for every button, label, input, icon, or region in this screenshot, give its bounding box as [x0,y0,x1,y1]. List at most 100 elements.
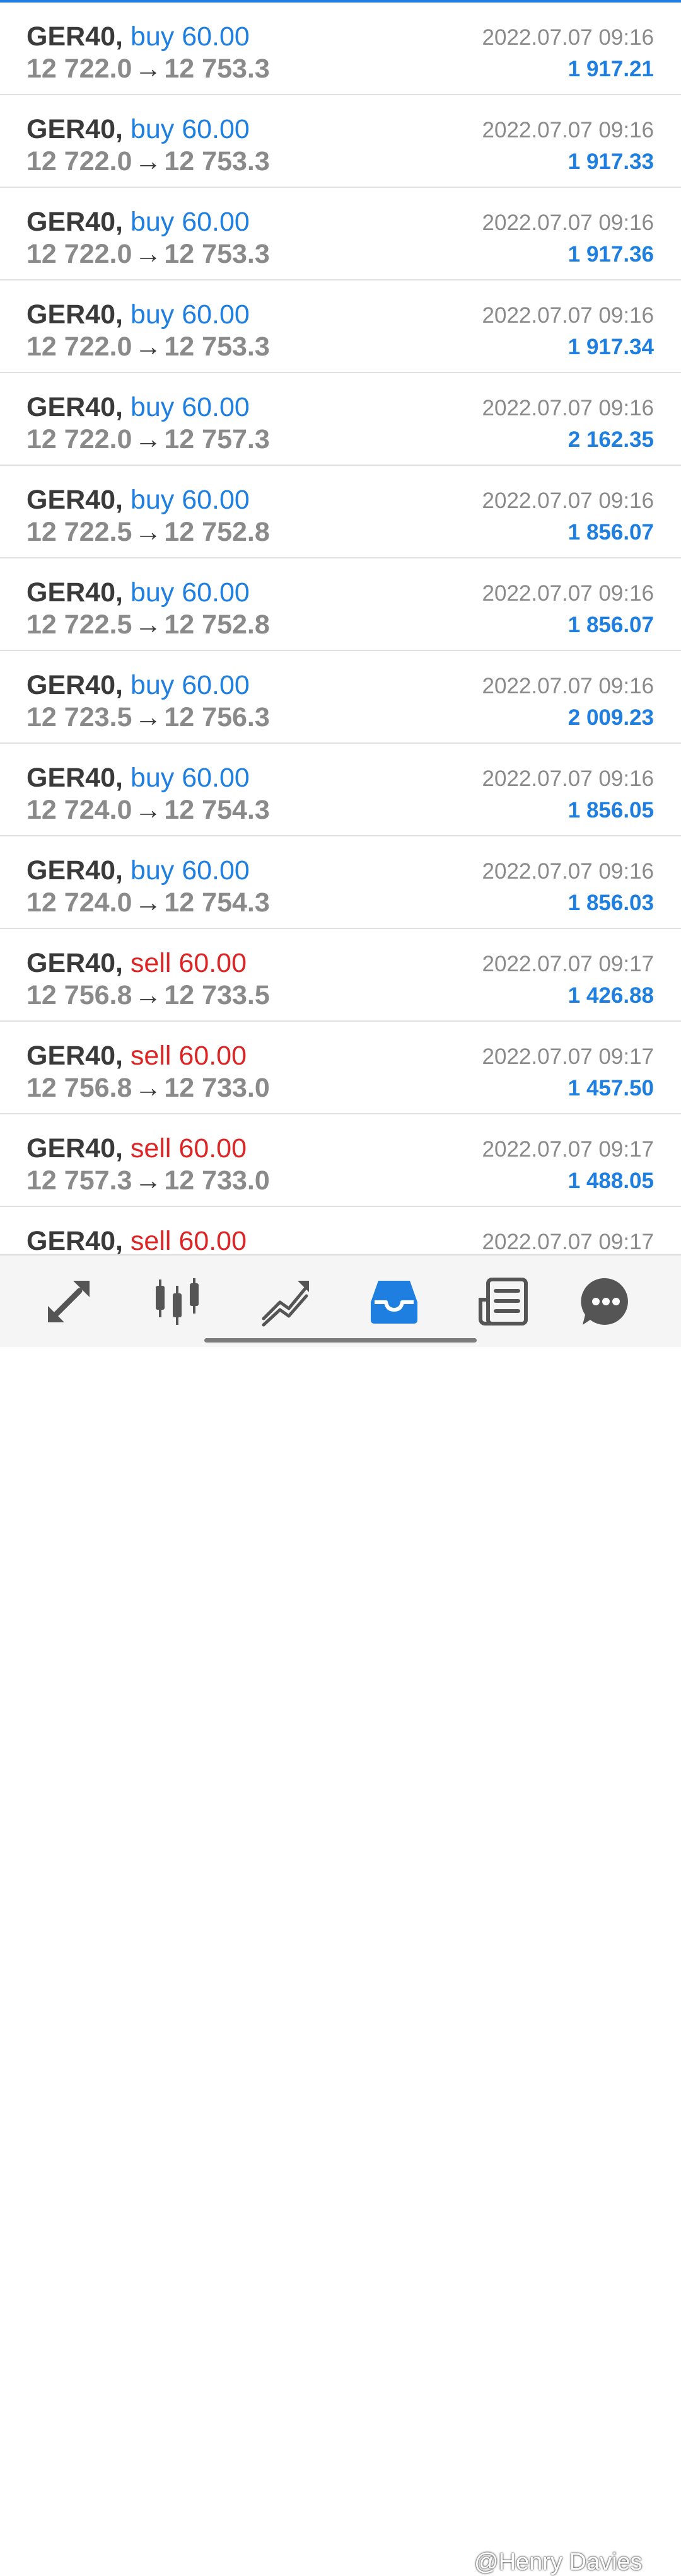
trade-volume: 60.00 [182,299,250,330]
trade-time: 2022.07.07 09:16 [482,25,654,50]
trade-title: GER40, buy 60.00 [26,670,250,700]
trade-time: 2022.07.07 09:17 [482,1137,654,1162]
trade-row[interactable]: GER40, buy 60.00 12 724.0→12 754.3 2022.… [0,744,681,836]
trade-history-list: GER40, buy 60.00 12 722.0→12 753.3 2022.… [0,3,681,1300]
trade-prices: 12 722.0→12 753.3 [26,145,270,178]
price-close: 12 752.8 [164,517,270,547]
trade-side-volume: buy 60.00 [131,21,250,52]
trade-row[interactable]: GER40, buy 60.00 12 722.0→12 753.3 2022.… [0,188,681,280]
price-open: 12 724.0 [26,887,132,918]
trade-side: sell [130,1226,172,1256]
tab-news[interactable] [475,1274,530,1329]
trade-side-volume: buy 60.00 [131,763,250,793]
arrow-right-icon: → [134,1073,162,1103]
trade-volume: 60.00 [182,855,250,886]
trade-title: GER40, sell 60.00 [26,1226,247,1256]
trade-time: 2022.07.07 09:16 [482,396,654,420]
price-open: 12 756.8 [26,1073,132,1103]
price-open: 12 722.0 [26,54,132,84]
arrow-right-icon: → [134,795,162,825]
trade-symbol: GER40 [26,21,116,52]
arrow-right-icon: → [134,887,162,918]
trade-symbol: GER40 [26,763,116,793]
trade-prices: 12 722.0→12 757.3 [26,423,270,456]
arrow-right-icon: → [134,1165,162,1196]
trade-volume: 60.00 [182,670,250,700]
price-close: 12 756.3 [164,702,270,732]
tab-trade[interactable] [259,1274,313,1329]
trade-row[interactable]: GER40, buy 60.00 12 723.5→12 756.3 2022.… [0,651,681,744]
price-close: 12 733.0 [164,1073,270,1103]
trade-profit: 1 856.05 [568,798,654,823]
tab-chart[interactable] [150,1274,204,1329]
trade-symbol: GER40 [26,1041,116,1071]
trade-side: buy [130,299,175,330]
price-open: 12 722.0 [26,424,132,454]
trade-side: buy [130,21,175,52]
trade-side-volume: buy 60.00 [131,299,250,330]
trade-row[interactable]: GER40, buy 60.00 12 722.5→12 752.8 2022.… [0,466,681,558]
trade-time: 2022.07.07 09:16 [482,118,654,142]
trade-volume: 60.00 [182,114,250,144]
arrow-right-icon: → [134,332,162,362]
trade-row[interactable]: GER40, buy 60.00 12 724.0→12 754.3 2022.… [0,836,681,929]
price-close: 12 753.3 [164,146,270,176]
chat-bubble-icon [581,1278,628,1325]
trade-side: buy [130,855,175,886]
trade-symbol: GER40 [26,1133,116,1164]
trade-profit: 2 162.35 [568,427,654,452]
trade-symbol: GER40 [26,299,116,330]
trade-symbol: GER40 [26,855,116,886]
arrow-right-icon: → [134,54,162,84]
trade-side-volume: sell 60.00 [131,1041,247,1071]
trade-row[interactable]: GER40, buy 60.00 12 722.0→12 753.3 2022.… [0,280,681,373]
trade-side: buy [130,577,175,608]
trade-symbol: GER40 [26,114,116,144]
price-close: 12 733.5 [164,980,270,1010]
history-inbox-icon [371,1281,417,1324]
tab-chat[interactable] [579,1274,633,1329]
trade-side-volume: buy 60.00 [131,207,250,237]
trade-profit: 2 009.23 [568,705,654,730]
price-open: 12 722.0 [26,332,132,362]
trade-time: 2022.07.07 09:16 [482,859,654,884]
trade-prices: 12 722.5→12 752.8 [26,608,270,641]
trade-prices: 12 756.8→12 733.5 [26,979,270,1012]
trade-time: 2022.07.07 09:16 [482,581,654,606]
trade-row[interactable]: GER40, sell 60.00 12 756.8→12 733.5 2022… [0,929,681,1022]
trade-volume: 60.00 [178,1226,247,1256]
price-open: 12 722.0 [26,239,132,269]
trade-line-icon [262,1281,309,1327]
price-open: 12 724.0 [26,795,132,825]
trade-row[interactable]: GER40, buy 60.00 12 722.0→12 753.3 2022.… [0,3,681,95]
price-close: 12 754.3 [164,887,270,918]
trade-row[interactable]: GER40, sell 60.00 12 756.8→12 733.0 2022… [0,1022,681,1114]
trade-symbol: GER40 [26,948,116,978]
trade-row[interactable]: GER40, buy 60.00 12 722.0→12 753.3 2022.… [0,95,681,188]
trade-profit: 1 457.50 [568,1076,654,1100]
tab-history[interactable] [367,1274,421,1329]
trade-title: GER40, buy 60.00 [26,299,250,330]
trade-side-volume: buy 60.00 [131,670,250,700]
chart-candles-icon [156,1278,199,1325]
trade-prices: 12 722.0→12 753.3 [26,238,270,270]
trade-title: GER40, buy 60.00 [26,577,250,608]
trade-time: 2022.07.07 09:16 [482,488,654,513]
price-close: 12 752.8 [164,609,270,640]
price-open: 12 723.5 [26,702,132,732]
trade-side-volume: buy 60.00 [131,485,250,515]
trade-title: GER40, buy 60.00 [26,114,250,144]
price-open: 12 756.8 [26,980,132,1010]
trade-row[interactable]: GER40, buy 60.00 12 722.5→12 752.8 2022.… [0,558,681,651]
price-open: 12 722.5 [26,517,132,547]
price-open: 12 722.5 [26,609,132,640]
trade-time: 2022.07.07 09:17 [482,952,654,976]
home-indicator[interactable] [204,1338,477,1343]
trade-volume: 60.00 [182,577,250,608]
tab-quotes[interactable] [42,1274,96,1329]
trade-side: buy [130,485,175,515]
trade-row[interactable]: GER40, sell 60.00 12 757.3→12 733.0 2022… [0,1114,681,1207]
trade-row[interactable]: GER40, buy 60.00 12 722.0→12 757.3 2022.… [0,373,681,466]
trade-volume: 60.00 [182,21,250,52]
quotes-arrows-icon [48,1281,90,1322]
